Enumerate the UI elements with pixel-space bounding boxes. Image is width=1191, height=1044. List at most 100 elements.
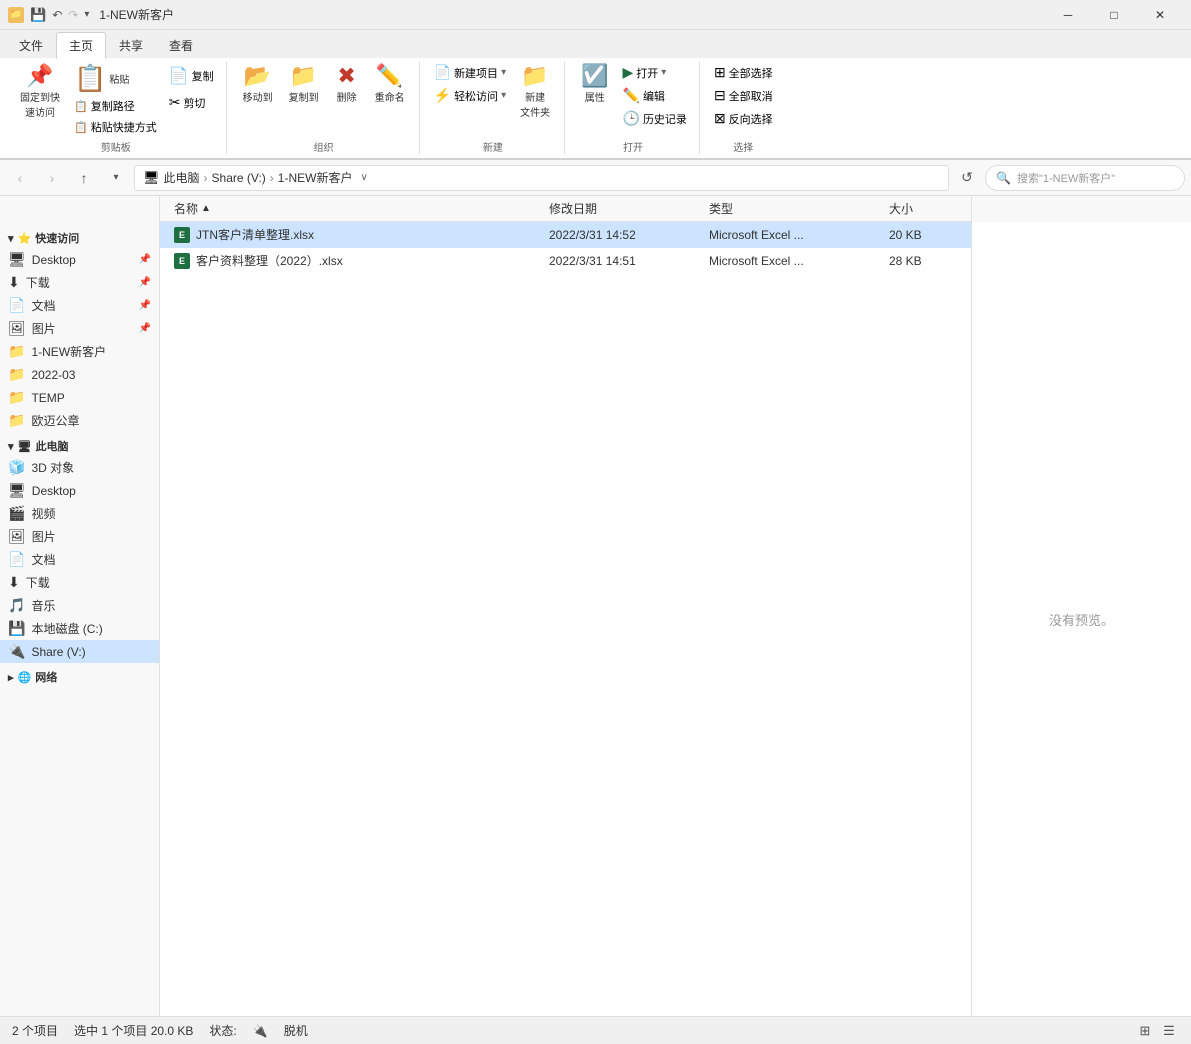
sidebar-item-pc-desktop[interactable]: 🖥 Desktop bbox=[0, 479, 159, 502]
tab-home[interactable]: 主页 bbox=[56, 32, 106, 59]
sidebar-item-3d[interactable]: 🧊 3D 对象 bbox=[0, 456, 159, 479]
new-small-buttons: 📄 新建项目 ▾ ⚡ 轻松访问 ▾ bbox=[430, 62, 510, 106]
rename-button[interactable]: ✏️ 重命名 bbox=[369, 62, 411, 107]
search-box[interactable]: 🔍 搜索"1-NEW新客户" bbox=[985, 165, 1185, 191]
window-icon: 📁 bbox=[8, 7, 24, 23]
sidebar-item-downloads-label: 下载 bbox=[26, 274, 50, 291]
move-to-button[interactable]: 📂 移动到 bbox=[237, 62, 279, 107]
file-date-2: 2022/3/31 14:51 bbox=[549, 254, 636, 268]
sidebar-item-pics[interactable]: 🖼 图片 📌 bbox=[0, 317, 159, 340]
col-name[interactable]: 名称 ▲ bbox=[168, 196, 543, 221]
paste-shortcut-button[interactable]: 📋 粘贴快捷方式 bbox=[70, 117, 161, 137]
1new-icon: 📁 bbox=[8, 343, 25, 360]
file-name-2: 客户资料整理（2022）.xlsx bbox=[196, 252, 343, 269]
path-dropdown-arrow[interactable]: ∨ bbox=[360, 172, 367, 183]
sidebar-this-pc-header[interactable]: ▾ 🖥 此电脑 bbox=[0, 434, 159, 456]
organize-buttons: 📂 移动到 📁 复制到 ✖ 删除 ✏️ 重命名 bbox=[237, 62, 411, 137]
main-container: 名称 ▲ 修改日期 类型 大小 ▾ ⭐ 快速访问 bbox=[0, 196, 1191, 1016]
copy-to-button[interactable]: 📁 复制到 bbox=[283, 62, 325, 107]
search-icon: 🔍 bbox=[996, 171, 1011, 185]
qat-menu-icon[interactable]: ▾ bbox=[84, 9, 89, 20]
tab-view[interactable]: 查看 bbox=[156, 32, 206, 58]
sidebar-item-2022-03[interactable]: 📁 2022-03 bbox=[0, 363, 159, 386]
table-row[interactable]: E 客户资料整理（2022）.xlsx 2022/3/31 14:51 Micr… bbox=[160, 248, 971, 274]
cut-button[interactable]: ✂ 剪切 bbox=[165, 92, 218, 113]
col-date[interactable]: 修改日期 bbox=[543, 196, 703, 221]
sidebar-network-label: 网络 bbox=[35, 669, 57, 685]
back-button[interactable]: ‹ bbox=[6, 164, 34, 192]
view-grid-button[interactable]: ⊞ bbox=[1135, 1021, 1155, 1041]
tab-share[interactable]: 共享 bbox=[106, 32, 156, 58]
sidebar-item-1new[interactable]: 📁 1-NEW新客户 bbox=[0, 340, 159, 363]
close-button[interactable]: ✕ bbox=[1137, 0, 1183, 30]
sidebar-item-pc-docs[interactable]: 📄 文档 bbox=[0, 548, 159, 571]
file-column-headers: 名称 ▲ 修改日期 类型 大小 bbox=[160, 196, 971, 222]
select-all-button[interactable]: ⊞ 全部选择 bbox=[710, 62, 777, 83]
invert-selection-button[interactable]: ⊠ 反向选择 bbox=[710, 108, 777, 129]
sidebar-item-downloads[interactable]: ⬇ 下载 📌 bbox=[0, 271, 159, 294]
qat-undo-icon[interactable]: ↶ bbox=[52, 8, 62, 22]
file-size-2: 28 KB bbox=[889, 254, 922, 268]
view-list-button[interactable]: ☰ bbox=[1159, 1021, 1179, 1041]
col-type[interactable]: 类型 bbox=[703, 196, 883, 221]
delete-button[interactable]: ✖ 删除 bbox=[329, 62, 365, 107]
edit-button[interactable]: ✏️ 编辑 bbox=[619, 85, 691, 106]
file-date-1: 2022/3/31 14:52 bbox=[549, 228, 636, 242]
sidebar-item-videos[interactable]: 🎬 视频 bbox=[0, 502, 159, 525]
new-item-button[interactable]: 📄 新建项目 ▾ bbox=[430, 62, 510, 83]
minimize-button[interactable]: ─ bbox=[1045, 0, 1091, 30]
maximize-button[interactable]: □ bbox=[1091, 0, 1137, 30]
new-folder-button[interactable]: 📁 新建文件夹 bbox=[514, 62, 556, 122]
ribbon-group-organize: 📂 移动到 📁 复制到 ✖ 删除 ✏️ 重命名 组织 bbox=[229, 62, 420, 154]
path-pc[interactable]: 此电脑 bbox=[164, 169, 200, 186]
sidebar-item-2022-03-label: 2022-03 bbox=[31, 368, 75, 382]
qat-redo-icon[interactable]: ↷ bbox=[68, 8, 78, 22]
sidebar-quick-access-header[interactable]: ▾ ⭐ 快速访问 bbox=[0, 226, 159, 248]
sidebar-item-music[interactable]: 🎵 音乐 bbox=[0, 594, 159, 617]
copy-button[interactable]: 📄 复制 bbox=[165, 62, 218, 90]
up-button[interactable]: ↑ bbox=[70, 164, 98, 192]
sidebar-item-local-disk[interactable]: 💾 本地磁盘 (C:) bbox=[0, 617, 159, 640]
path-pc-icon: 🖥 bbox=[143, 170, 160, 186]
recent-locations-button[interactable]: ▾ bbox=[102, 164, 130, 192]
file-type-1: Microsoft Excel ... bbox=[709, 228, 804, 242]
ribbon-group-open: ☑️ 属性 ▶ 打开 ▾ ✏️ 编辑 🕒 历史记录 bbox=[567, 62, 700, 154]
qat-save-icon[interactable]: 💾 bbox=[30, 7, 46, 23]
select-none-button[interactable]: ⊟ 全部取消 bbox=[710, 85, 777, 106]
copy-path-icon: 📋 bbox=[74, 100, 88, 113]
pics-icon: 🖼 bbox=[8, 320, 26, 337]
path-share[interactable]: Share (V:) bbox=[212, 171, 266, 185]
pin-to-quickaccess-button[interactable]: 📌 固定到快速访问 bbox=[14, 62, 66, 122]
preview-pane: 没有预览。 bbox=[971, 222, 1191, 1016]
sidebar-item-share-v[interactable]: 🔌 Share (V:) bbox=[0, 640, 159, 663]
sidebar-item-pc-pics[interactable]: 🖼 图片 bbox=[0, 525, 159, 548]
this-pc-icon: 🖥 bbox=[18, 440, 32, 453]
table-row[interactable]: E JTN客户清单整理.xlsx 2022/3/31 14:52 Microso… bbox=[160, 222, 971, 248]
col-size[interactable]: 大小 bbox=[883, 196, 963, 221]
open-small-buttons: ▶ 打开 ▾ ✏️ 编辑 🕒 历史记录 bbox=[619, 62, 691, 129]
sidebar-item-seal[interactable]: 📁 欧迈公章 bbox=[0, 409, 159, 432]
paste-button[interactable]: 📋 粘贴 bbox=[70, 62, 161, 94]
properties-button[interactable]: ☑️ 属性 bbox=[575, 62, 614, 107]
open-button[interactable]: ▶ 打开 ▾ bbox=[619, 62, 691, 83]
history-button[interactable]: 🕒 历史记录 bbox=[619, 108, 691, 129]
sidebar-item-desktop[interactable]: 🖥 Desktop 📌 bbox=[0, 248, 159, 271]
copy-path-button[interactable]: 📋 复制路径 bbox=[70, 96, 161, 116]
path-folder[interactable]: 1-NEW新客户 bbox=[278, 169, 353, 186]
easy-access-button[interactable]: ⚡ 轻松访问 ▾ bbox=[430, 85, 510, 106]
downloads-pin-icon: 📌 bbox=[139, 277, 151, 288]
refresh-button[interactable]: ↺ bbox=[953, 164, 981, 192]
sidebar-item-docs[interactable]: 📄 文档 📌 bbox=[0, 294, 159, 317]
sidebar-item-pc-docs-label: 文档 bbox=[31, 551, 55, 568]
sidebar-item-pc-downloads[interactable]: ⬇ 下载 bbox=[0, 571, 159, 594]
forward-button[interactable]: › bbox=[38, 164, 66, 192]
tab-file[interactable]: 文件 bbox=[6, 32, 56, 58]
network-icon: 🌐 bbox=[18, 671, 32, 684]
pics-pin-icon: 📌 bbox=[139, 323, 151, 334]
docs-pin-icon: 📌 bbox=[139, 300, 151, 311]
sidebar-item-temp[interactable]: 📁 TEMP bbox=[0, 386, 159, 409]
address-path[interactable]: 🖥 此电脑 › Share (V:) › 1-NEW新客户 ∨ bbox=[134, 165, 949, 191]
file-size-cell-2: 28 KB bbox=[883, 248, 963, 273]
sidebar-network-header[interactable]: ▸ 🌐 网络 bbox=[0, 665, 159, 687]
sidebar-item-desktop-label: Desktop bbox=[32, 253, 76, 267]
